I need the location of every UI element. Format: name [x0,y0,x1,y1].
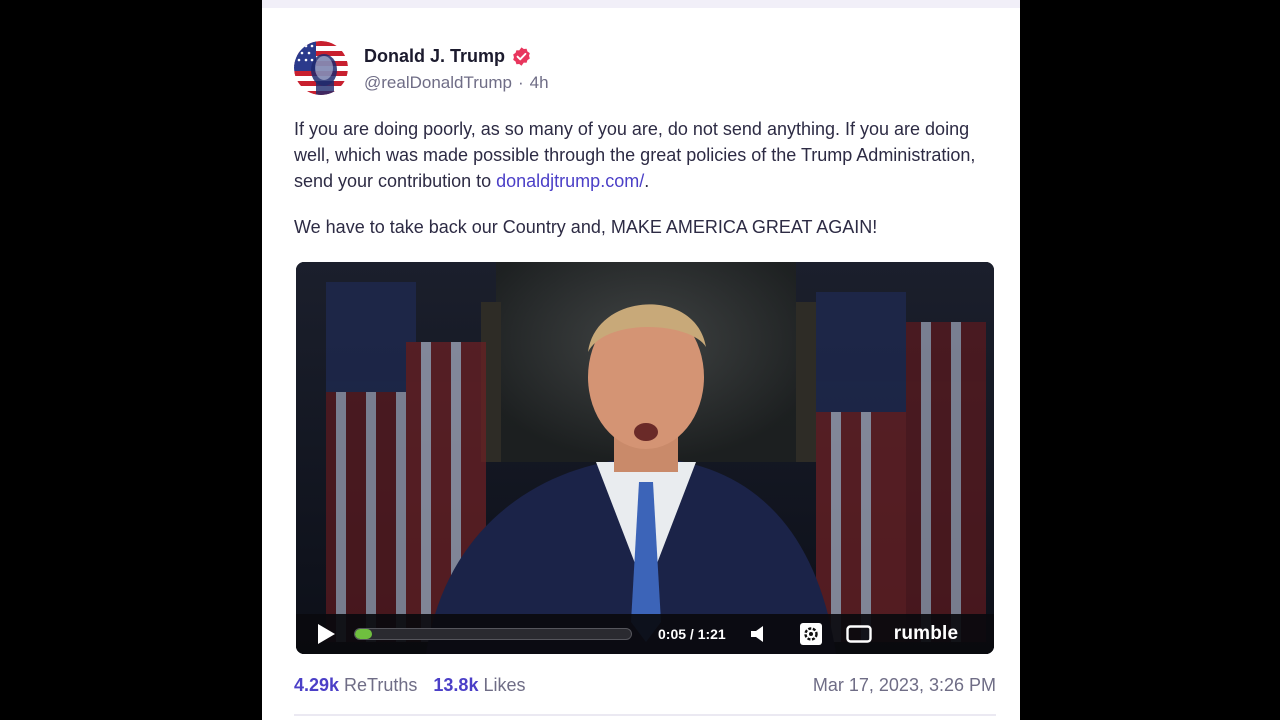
likes-stat[interactable]: 13.8k Likes [433,675,525,696]
post-age[interactable]: 4h [530,73,549,93]
likes-count: 13.8k [433,674,479,695]
retruths-label: ReTruths [344,674,418,695]
post-author: Donald J. Trump @realDonaldTrump · 4h [294,40,549,96]
video-progress-fill [355,629,372,639]
separator-dot: · [517,73,524,92]
post-card: Donald J. Trump @realDonaldTrump · 4h If [262,0,1020,720]
post-paragraph-end: . [644,171,650,191]
post-paragraph: If you are doing poorly, as so many of y… [294,116,994,194]
retruths-stat[interactable]: 4.29k ReTruths [294,675,417,696]
post-paragraph-2: We have to take back our Country and, MA… [294,217,878,237]
flag-portrait-avatar-icon [294,41,348,95]
fullscreen-icon [846,625,872,643]
verified-badge-icon [511,46,532,67]
fullscreen-button[interactable] [846,621,872,647]
post-link[interactable]: donaldjtrump.com/ [496,171,644,191]
post-timestamp[interactable]: Mar 17, 2023, 3:26 PM [813,675,996,696]
author-names: Donald J. Trump @realDonaldTrump · 4h [364,43,549,93]
video-progress-bar[interactable] [354,628,632,640]
play-button[interactable] [312,620,340,648]
volume-button[interactable] [746,621,772,647]
divider [294,714,996,716]
post-body: If you are doing poorly, as so many of y… [294,116,994,240]
screen: Donald J. Trump @realDonaldTrump · 4h If [0,0,1280,720]
volume-icon [750,626,763,642]
settings-button[interactable] [798,621,824,647]
card-top-strip [262,0,1020,8]
handle-row: @realDonaldTrump · 4h [364,73,549,93]
play-icon [318,624,335,644]
video-frame[interactable] [296,262,994,654]
rumble-logo[interactable]: rumble [894,623,959,645]
video-player[interactable]: 0:05 / 1:21 rumble [296,262,994,654]
video-time: 0:05 / 1:21 [658,626,726,642]
video-controls: 0:05 / 1:21 rumble [296,614,994,654]
likes-label: Likes [483,674,526,695]
settings-gear-icon [799,623,822,645]
author-display-name[interactable]: Donald J. Trump [364,46,505,67]
author-handle[interactable]: @realDonaldTrump [364,73,512,93]
avatar[interactable] [294,41,348,95]
retruths-count: 4.29k [294,674,340,695]
name-row: Donald J. Trump [364,43,549,69]
post-stats: 4.29k ReTruths 13.8k Likes Mar 17, 2023,… [294,672,996,698]
